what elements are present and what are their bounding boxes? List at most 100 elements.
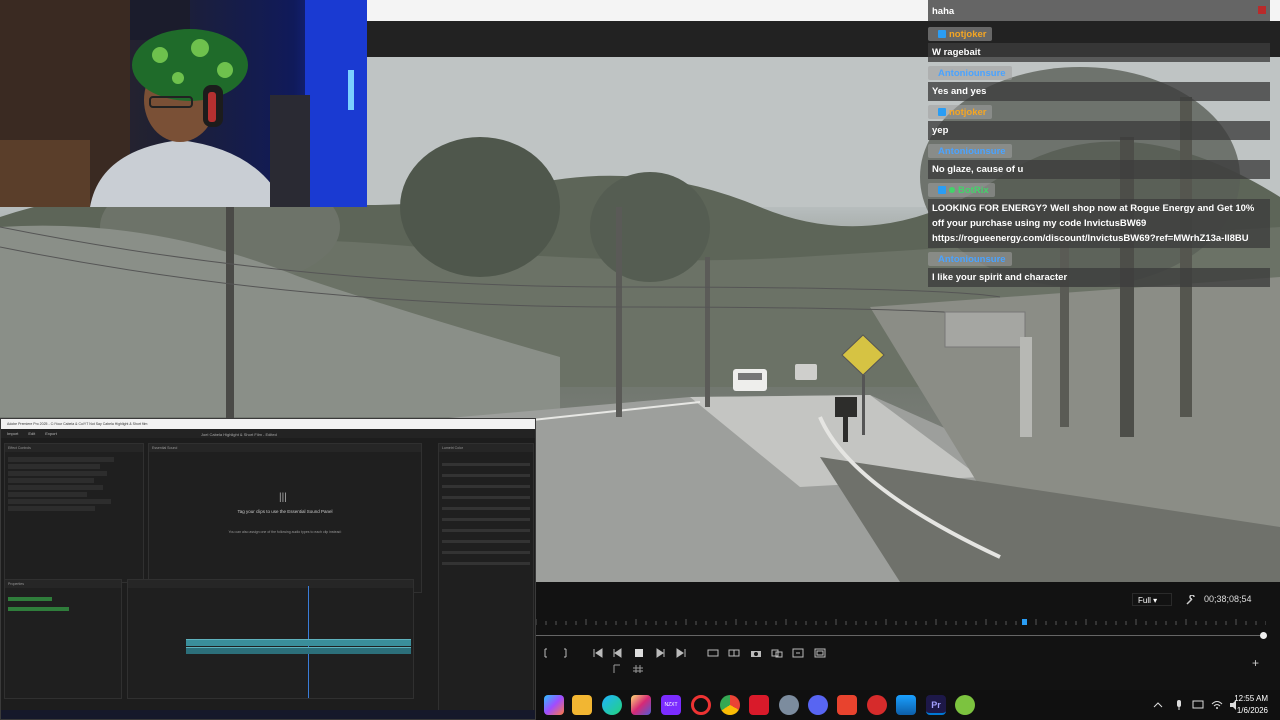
mark-out-icon[interactable] [558, 648, 570, 658]
app-icon[interactable] [837, 695, 857, 715]
tab-effect-controls[interactable]: Effect Controls [8, 444, 31, 452]
chat-username[interactable]: notjoker [949, 107, 986, 118]
timeline-panel[interactable] [127, 579, 414, 699]
effect-controls-panel[interactable]: Effect Controls [4, 443, 144, 583]
video-track[interactable] [186, 639, 411, 646]
bot-badge-icon [949, 187, 955, 193]
overwrite-icon[interactable] [792, 648, 804, 658]
chat-message-text: Yes and yes [928, 82, 1270, 101]
menu-import[interactable]: Import [7, 429, 18, 438]
nzxt-icon[interactable]: NZXT [661, 695, 681, 715]
property-row[interactable] [8, 457, 114, 462]
chat-username[interactable]: Antoniounsure [938, 68, 1006, 79]
slider[interactable] [442, 529, 530, 532]
photos-icon[interactable] [896, 695, 916, 715]
slider[interactable] [442, 540, 530, 543]
tab-properties[interactable]: Properties [8, 580, 24, 588]
step-back-icon[interactable] [612, 648, 624, 658]
file-explorer-icon[interactable] [572, 695, 592, 715]
chat-message: haha [928, 0, 1270, 21]
panel-tabs: Effect Controls [5, 444, 143, 452]
taskbar-clock[interactable]: 12:55 AM 1/6/2026 [1234, 693, 1268, 717]
timecode-readout: 00;38;08;54 [1204, 594, 1252, 604]
time-ruler[interactable] [536, 619, 1266, 625]
lift-icon[interactable] [707, 648, 719, 658]
slider[interactable] [442, 518, 530, 521]
close-icon[interactable] [1258, 6, 1266, 14]
property-row[interactable] [8, 499, 111, 504]
app-icon[interactable] [867, 695, 887, 715]
essential-sound-panel[interactable]: Essential Sound ||| Tag your clips to us… [148, 443, 422, 593]
mark-in-icon[interactable] [542, 648, 554, 658]
slider[interactable] [442, 463, 530, 466]
clock-date: 1/6/2026 [1236, 706, 1268, 715]
essential-sound-subtext: You can also assign one of the following… [228, 530, 342, 534]
ruler-playhead[interactable] [1022, 619, 1027, 625]
chat-message-text: LOOKING FOR ENERGY? Well shop now at Rog… [928, 199, 1270, 248]
chat-username[interactable]: Antoniounsure [938, 146, 1006, 157]
player-controls: Full ▾ 00;38;08;54 + [536, 582, 1280, 690]
slider[interactable] [442, 562, 530, 565]
grid-icon[interactable] [632, 664, 644, 674]
chat-username[interactable]: Antoniounsure [938, 254, 1006, 265]
scrub-handle[interactable] [1260, 632, 1267, 639]
chrome-icon[interactable] [720, 695, 740, 715]
wrench-icon[interactable] [1186, 595, 1196, 605]
audio-track[interactable] [186, 647, 411, 654]
wifi-icon[interactable] [1211, 699, 1223, 711]
microphone-icon[interactable] [1173, 699, 1185, 711]
slider[interactable] [442, 551, 530, 554]
slider[interactable] [442, 507, 530, 510]
slider[interactable] [442, 474, 530, 477]
edge-icon[interactable] [602, 695, 622, 715]
safe-margins-icon[interactable] [814, 648, 826, 658]
chat-message-text: W ragebait [928, 43, 1270, 62]
go-to-out-icon[interactable] [675, 648, 687, 658]
menu-export[interactable]: Export [45, 429, 57, 438]
insert-icon[interactable] [771, 648, 783, 658]
discord-icon[interactable] [808, 695, 828, 715]
premiere-pro-window[interactable]: Adobe Premiere Pro 2025 - C:\Your Cabela… [0, 418, 536, 720]
chat-username[interactable]: BotRix [958, 185, 989, 196]
xbox-icon[interactable] [955, 695, 975, 715]
settings-icon[interactable] [779, 695, 799, 715]
resolution-select[interactable]: Full ▾ [1132, 593, 1172, 606]
instagram-icon[interactable] [631, 695, 651, 715]
tab-essential-sound[interactable]: Essential Sound [152, 444, 177, 452]
display-icon[interactable] [1192, 699, 1204, 711]
trim-icon[interactable] [612, 664, 624, 674]
go-to-in-icon[interactable] [592, 648, 604, 658]
copilot-icon[interactable] [544, 695, 564, 715]
bin-item[interactable] [8, 597, 52, 601]
property-row[interactable] [8, 464, 101, 469]
lumetri-color-panel[interactable]: Lumetri Color [438, 443, 534, 713]
chat-message: Antoniounsure I like your spirit and cha… [928, 252, 1270, 287]
project-panel[interactable]: Properties [4, 579, 122, 699]
property-row[interactable] [8, 478, 94, 483]
step-forward-icon[interactable] [654, 648, 666, 658]
property-row[interactable] [8, 506, 96, 511]
chevron-up-icon[interactable] [1152, 699, 1164, 711]
extract-icon[interactable] [728, 648, 740, 658]
menu-edit[interactable]: Edit [28, 429, 35, 438]
property-row[interactable] [8, 492, 88, 497]
slider[interactable] [442, 496, 530, 499]
tab-lumetri-color[interactable]: Lumetri Color [442, 444, 463, 452]
chat-message-text: I like your spirit and character [928, 268, 1270, 287]
bin-item[interactable] [8, 607, 69, 611]
voice-app-icon[interactable] [749, 695, 769, 715]
chat-message-text: yep [928, 121, 1270, 140]
camera-icon[interactable] [750, 648, 762, 658]
slider[interactable] [442, 485, 530, 488]
chat-username[interactable]: notjoker [949, 29, 986, 40]
add-button-icon[interactable]: + [1252, 656, 1259, 670]
property-row[interactable] [8, 485, 104, 490]
opera-icon[interactable] [691, 695, 711, 715]
stop-icon[interactable] [633, 648, 645, 658]
scrub-track[interactable] [536, 635, 1266, 636]
premiere-icon[interactable]: Pr [926, 695, 946, 715]
window-title: Adobe Premiere Pro 2025 - C:\Your Cabela… [1, 419, 535, 429]
property-row[interactable] [8, 471, 107, 476]
chat-message: Antoniounsure Yes and yes [928, 66, 1270, 101]
windows-taskbar: NZXT Pr 12:55 AM 1/6/2026 [536, 690, 1280, 720]
